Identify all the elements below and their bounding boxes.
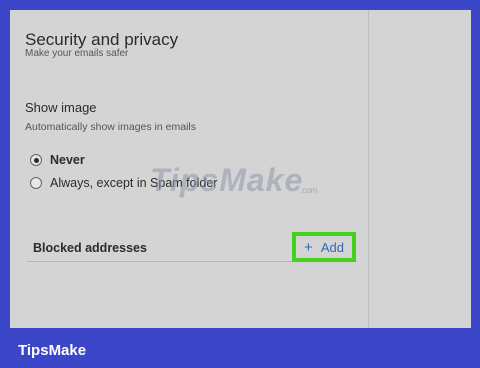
brand-label: TipsMake	[18, 342, 87, 359]
show-image-subtitle: Automatically show images in emails	[25, 121, 196, 133]
watermark-logo: TipsMake	[150, 162, 304, 198]
blocked-addresses-label: Blocked addresses	[33, 241, 147, 255]
plus-icon: +	[304, 238, 313, 256]
radio-never[interactable]: Never	[30, 153, 85, 167]
add-button-inner[interactable]: + Add	[296, 236, 352, 258]
section-subtitle: Make your emails safer	[25, 48, 129, 59]
show-image-title: Show image	[25, 100, 97, 115]
radio-button[interactable]	[30, 177, 42, 189]
watermark-suffix: .com	[300, 186, 318, 195]
radio-button-checked[interactable]	[30, 154, 42, 166]
side-panel	[368, 10, 471, 328]
add-label: Add	[320, 239, 344, 255]
section-title: Security and privacy	[25, 30, 179, 49]
add-blocked-address-button[interactable]: + Add	[292, 232, 356, 262]
radio-never-label: Never	[50, 153, 85, 167]
